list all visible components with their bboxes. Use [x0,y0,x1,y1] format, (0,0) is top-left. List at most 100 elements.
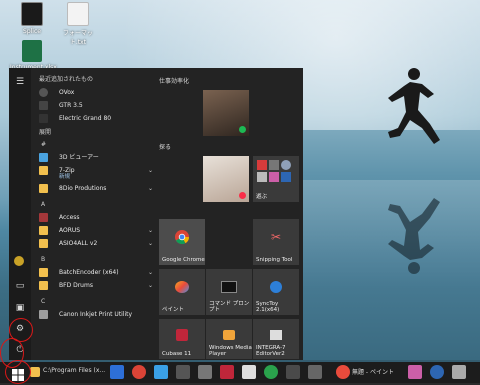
cube-icon [39,153,48,162]
runner-silhouette [388,68,440,144]
folder-icon [39,166,48,175]
app-taskbar-icon[interactable] [154,365,168,379]
list-item-asio4all[interactable]: ASIO4ALL v2 ⌄ [31,237,159,250]
line-icon[interactable] [264,365,278,379]
folder-icon [39,184,48,193]
tile-google-chrome[interactable]: Google Chrome [159,219,205,265]
tile-label: コマンド プロンプト [209,301,250,313]
tile-label: Google Chrome [162,257,205,263]
media-player-icon [223,330,235,340]
tile-integra7[interactable]: INTEGRA-7 EditorVer2 [253,319,299,359]
integra-icon [270,330,282,340]
splice-app-icon [21,2,43,26]
paint-taskbar-icon[interactable] [336,365,350,379]
tile-command-prompt[interactable]: コマンド プロンプト [206,269,252,315]
tile-label: SyncToy 2.1(x64) [256,301,280,313]
cubase-taskbar-icon[interactable] [220,365,234,379]
pictures-icon[interactable]: ▣ [14,302,26,314]
taskbar-paint-label[interactable]: 無題 - ペイント [352,367,394,376]
list-item-8dio[interactable]: 8Dio Produtions ⌄ [31,182,159,195]
app-taskbar-icon[interactable] [286,365,300,379]
desktop-icon-splice[interactable]: Splice [10,2,54,35]
expand-label[interactable]: 展開 [31,127,159,139]
printer-icon [39,310,48,319]
gtr-icon [39,101,48,110]
group-letter[interactable]: C [31,296,159,308]
item-label: Electric Grand 80 [59,115,112,122]
list-item-gtr[interactable]: GTR 3.5 [31,99,159,112]
mail-icon[interactable] [110,365,124,379]
game-icon [257,172,267,182]
tile-label: Cubase 11 [162,351,192,357]
chrome-icon [175,230,190,245]
app-taskbar-icon[interactable] [308,365,322,379]
list-item-aorus[interactable]: AORUS ⌄ [31,224,159,237]
group-letter[interactable]: B [31,254,159,266]
list-item-7zip[interactable]: 7-Zip ⌄ 新規 [31,164,159,182]
app-taskbar-icon[interactable] [242,365,256,379]
list-item-bfd-drums[interactable]: BFD Drums ⌄ [31,279,159,292]
chevron-down-icon: ⌄ [147,227,153,234]
item-label: BFD Drums [59,282,93,289]
tile-play-group[interactable]: 遊ぶ [253,156,299,202]
group-letter[interactable]: # [31,139,159,151]
app-taskbar-icon[interactable] [430,365,444,379]
start-menu: ☰ ▭ ▣ ⚙ ⏻ 最近追加されたもの OVox GTR 3.5 Electri… [9,68,303,360]
tile-music-video[interactable] [203,156,249,202]
app-taskbar-icon[interactable] [198,365,212,379]
folder-icon [39,268,48,277]
tile-label: Snipping Tool [256,257,293,263]
list-item-3d-viewer[interactable]: 3D ビューアー [31,151,159,164]
desktop-icon-label: フォーマット.txt [62,30,93,46]
desktop-icon-text-file[interactable]: フォーマット.txt [56,2,100,46]
list-item-electric-grand[interactable]: Electric Grand 80 [31,112,159,125]
group-letter[interactable]: A [31,199,159,211]
game-icon [269,172,279,182]
list-item-canon[interactable]: Canon Inkjet Print Utility [31,308,159,321]
user-avatar-icon[interactable] [14,256,26,268]
desktop-icon-excel[interactable]: Instrument.xlsx [10,40,57,71]
chevron-down-icon: ⌄ [147,269,153,276]
app-list: 最近追加されたもの OVox GTR 3.5 Electric Grand 80… [31,68,159,360]
file-explorer-icon [30,367,40,377]
app-taskbar-icon[interactable] [176,365,190,379]
desktop-icon-label: Splice [23,28,41,35]
taskbar: C:\Program Files (x... 無題 - ペイント [0,362,480,383]
item-label: 3D ビューアー [59,154,99,161]
game-icon [269,160,279,170]
tile-windows-media-player[interactable]: Windows Media Player [206,319,252,359]
item-label: Canon Inkjet Print Utility [59,311,133,318]
tile-label: 遊ぶ [256,194,268,200]
hamburger-menu-icon[interactable]: ☰ [14,76,26,88]
list-item-ovox[interactable]: OVox [31,86,159,99]
game-icon [281,160,291,170]
tile-spotify[interactable] [203,90,249,136]
chevron-down-icon: ⌄ [147,240,153,247]
sync-icon [270,281,282,294]
highlight-circle-start [5,360,31,384]
documents-icon[interactable]: ▭ [14,280,26,292]
taskbar-explorer-label[interactable]: C:\Program Files (x... [43,367,105,374]
game-icon [257,160,267,170]
app-taskbar-icon[interactable] [408,365,422,379]
item-label: BatchEncoder (x64) [59,269,119,276]
scissors-icon: ✂ [270,230,282,245]
chrome-taskbar-icon[interactable] [132,365,146,379]
tile-paint[interactable]: ペイント [159,269,205,315]
tile-synctoy[interactable]: SyncToy 2.1(x64) [253,269,299,315]
tile-cubase[interactable]: Cubase 11 [159,319,205,359]
recent-header: 最近追加されたもの [39,76,94,83]
folder-icon [39,226,48,235]
tiles-panel: 仕事効率化 探る 遊ぶ Google Chrome ✂ Snipping Too… [159,68,303,360]
app-taskbar-icon[interactable] [452,365,466,379]
ovox-icon [39,88,48,97]
list-item-access[interactable]: Access [31,211,159,224]
folder-icon [39,281,48,290]
tile-snipping-tool[interactable]: ✂ Snipping Tool [253,219,299,265]
tile-label: ペイント [162,307,185,313]
item-label: OVox [59,89,75,96]
list-item-batchencoder[interactable]: BatchEncoder (x64) ⌄ [31,266,159,279]
tiles-group-header: 仕事効率化 [159,78,190,85]
music-app-icon [239,192,246,199]
item-label: Access [59,214,80,221]
